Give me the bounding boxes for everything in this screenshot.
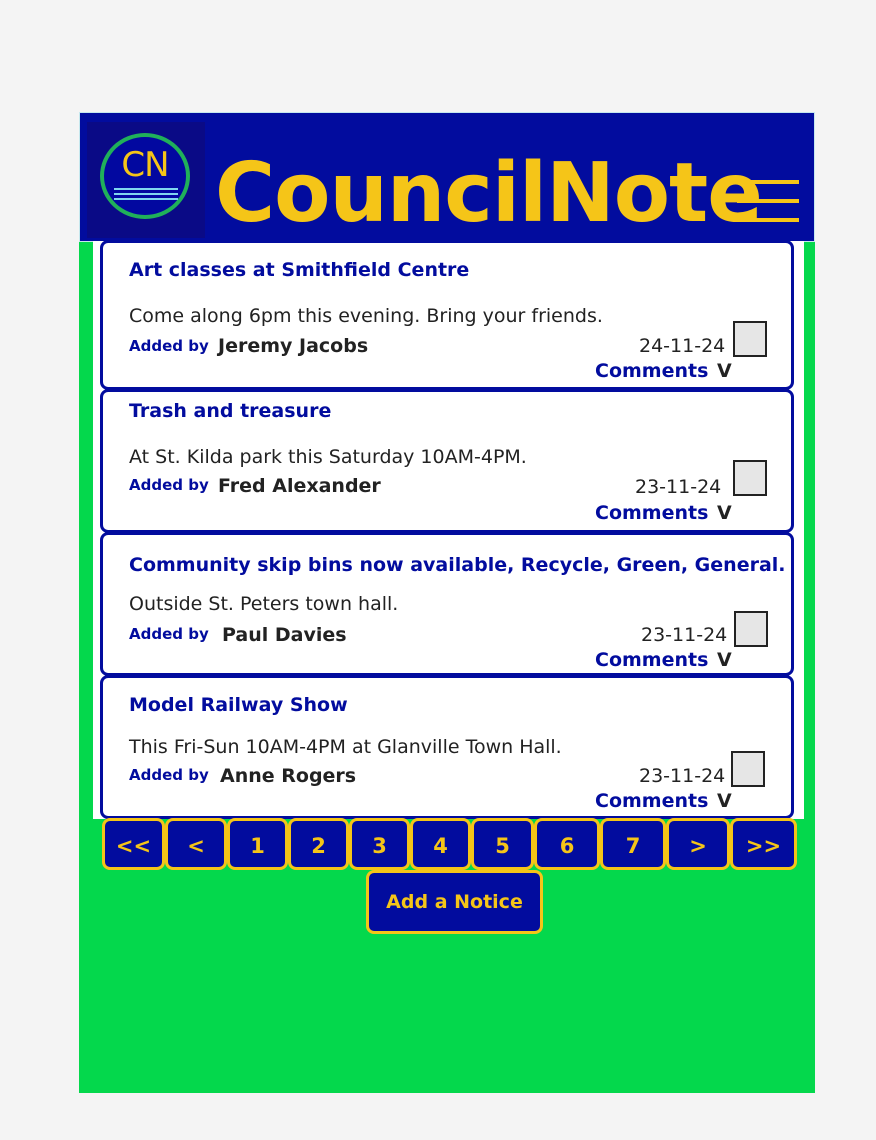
notice-title[interactable]: Model Railway Show [129,694,348,716]
notice-checkbox[interactable] [734,611,768,647]
notice-author: Paul Davies [222,624,347,646]
comments-link[interactable]: Comments [595,649,708,671]
added-by-label: Added by [129,625,209,643]
page-3-button[interactable]: 3 [349,818,410,870]
page-last-button[interactable]: >> [730,818,797,870]
added-by-label: Added by [129,337,209,355]
notice-body: This Fri-Sun 10AM-4PM at Glanville Town … [129,736,562,758]
notice-author: Anne Rogers [220,765,357,787]
added-by-label: Added by [129,766,209,784]
notice-date: 23-11-24 [641,624,728,646]
logo-text: CN [121,145,169,185]
notice-date: 24-11-24 [639,335,726,357]
page-5-button[interactable]: 5 [471,818,534,870]
notice-title[interactable]: Art classes at Smithfield Centre [129,259,469,281]
notice-date: 23-11-24 [639,765,726,787]
page-4-button[interactable]: 4 [410,818,471,870]
hamburger-menu-icon[interactable] [737,180,799,226]
app-title: CouncilNote [215,146,763,241]
notice-body: Outside St. Peters town hall. [129,593,399,615]
page-prev-button[interactable]: < [165,818,227,870]
page-next-button[interactable]: > [666,818,730,870]
notice-checkbox[interactable] [733,321,767,357]
page-6-button[interactable]: 6 [534,818,600,870]
notice-author: Fred Alexander [218,475,381,497]
page-1-button[interactable]: 1 [227,818,288,870]
comments-link[interactable]: Comments [595,790,708,812]
notice-author: Jeremy Jacobs [218,335,369,357]
notice-date: 23-11-24 [635,476,722,498]
notice-checkbox[interactable] [733,460,767,496]
page-7-button[interactable]: 7 [600,818,666,870]
notice-title[interactable]: Community skip bins now available, Recyc… [129,554,786,576]
comments-toggle[interactable]: V [717,360,732,382]
notice-card: Model Railway Show This Fri-Sun 10AM-4PM… [100,675,794,819]
notice-card: Trash and treasure At St. Kilda park thi… [100,389,794,533]
comments-link[interactable]: Comments [595,360,708,382]
added-by-label: Added by [129,476,209,494]
notice-body: At St. Kilda park this Saturday 10AM-4PM… [129,446,527,468]
add-notice-button[interactable]: Add a Notice [366,870,543,934]
notice-card: Art classes at Smithfield Centre Come al… [100,240,794,390]
comments-toggle[interactable]: V [717,649,732,671]
logo: CN [87,122,205,238]
logo-wave-lines [114,188,178,203]
comments-toggle[interactable]: V [717,502,732,524]
notice-checkbox[interactable] [731,751,765,787]
page-2-button[interactable]: 2 [288,818,349,870]
notice-card: Community skip bins now available, Recyc… [100,532,794,676]
logo-ring: CN [100,133,190,219]
header: CN CouncilNote [79,112,815,241]
comments-link[interactable]: Comments [595,502,708,524]
comments-toggle[interactable]: V [717,790,732,812]
notice-body: Come along 6pm this evening. Bring your … [129,305,603,327]
notice-title[interactable]: Trash and treasure [129,400,331,422]
app-container: CN CouncilNote Art classes at Smithfield… [79,112,815,1093]
page-first-button[interactable]: << [102,818,165,870]
